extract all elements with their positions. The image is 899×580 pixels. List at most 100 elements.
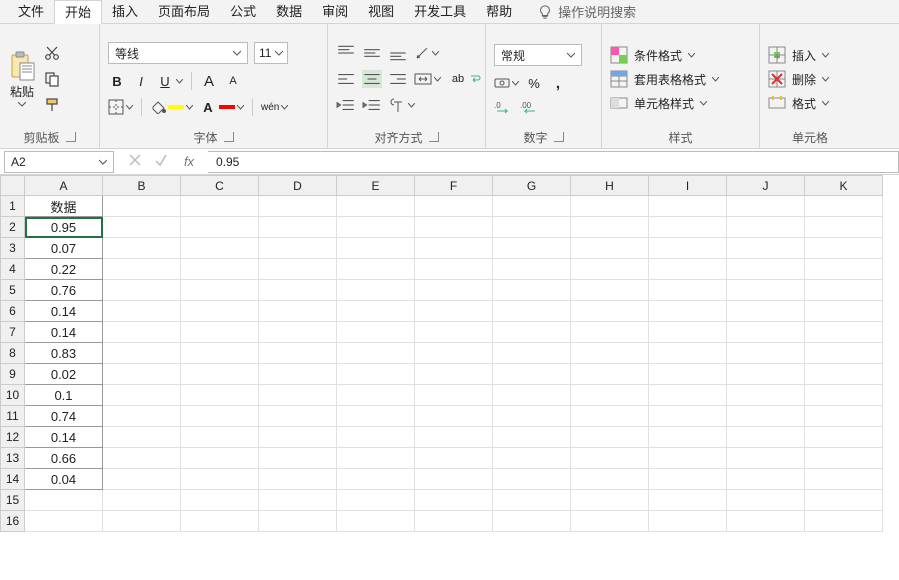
name-box[interactable]: A2 [4, 151, 114, 173]
cell-D1[interactable] [259, 196, 337, 217]
cell-D9[interactable] [259, 364, 337, 385]
row-header-2[interactable]: 2 [1, 217, 25, 238]
cell-H6[interactable] [571, 301, 649, 322]
cell-A12[interactable]: 0.14 [25, 427, 103, 448]
column-header-F[interactable]: F [415, 176, 493, 196]
format-cells-button[interactable]: 格式 [768, 94, 829, 112]
clipboard-launcher-icon[interactable] [66, 132, 76, 142]
tab-page-layout[interactable]: 页面布局 [148, 0, 220, 24]
worksheet-grid[interactable]: ABCDEFGHIJK1数据20.9530.0740.2250.7660.147… [0, 175, 899, 578]
cell-G5[interactable] [493, 280, 571, 301]
cell-K12[interactable] [805, 427, 883, 448]
cell-G12[interactable] [493, 427, 571, 448]
cell-H1[interactable] [571, 196, 649, 217]
cell-G4[interactable] [493, 259, 571, 280]
cell-A6[interactable]: 0.14 [25, 301, 103, 322]
cell-B9[interactable] [103, 364, 181, 385]
cell-A7[interactable]: 0.14 [25, 322, 103, 343]
column-header-G[interactable]: G [493, 176, 571, 196]
cell-I15[interactable] [649, 490, 727, 511]
cell-I3[interactable] [649, 238, 727, 259]
alignment-launcher-icon[interactable] [429, 132, 439, 142]
cell-H5[interactable] [571, 280, 649, 301]
cell-G8[interactable] [493, 343, 571, 364]
cell-D13[interactable] [259, 448, 337, 469]
cell-B3[interactable] [103, 238, 181, 259]
bold-button[interactable]: B [108, 72, 126, 90]
cell-A5[interactable]: 0.76 [25, 280, 103, 301]
cell-B1[interactable] [103, 196, 181, 217]
fill-color-button[interactable] [150, 100, 193, 114]
cell-H10[interactable] [571, 385, 649, 406]
row-header-11[interactable]: 11 [1, 406, 25, 427]
cell-B14[interactable] [103, 469, 181, 490]
cell-E1[interactable] [337, 196, 415, 217]
cell-I5[interactable] [649, 280, 727, 301]
cell-H11[interactable] [571, 406, 649, 427]
cell-H13[interactable] [571, 448, 649, 469]
row-header-9[interactable]: 9 [1, 364, 25, 385]
cell-I6[interactable] [649, 301, 727, 322]
align-top-button[interactable] [336, 44, 356, 62]
cell-K15[interactable] [805, 490, 883, 511]
cell-E13[interactable] [337, 448, 415, 469]
cell-F4[interactable] [415, 259, 493, 280]
tell-me-search[interactable]: 操作说明搜索 [538, 2, 636, 21]
cell-G14[interactable] [493, 469, 571, 490]
cell-C4[interactable] [181, 259, 259, 280]
cell-K4[interactable] [805, 259, 883, 280]
borders-button[interactable] [108, 99, 133, 115]
decrease-indent-button[interactable] [336, 96, 356, 114]
cell-C14[interactable] [181, 469, 259, 490]
select-all-corner[interactable] [1, 176, 25, 196]
cell-E4[interactable] [337, 259, 415, 280]
italic-button[interactable]: I [132, 72, 150, 90]
wrap-text-button[interactable]: ab [449, 70, 481, 88]
cell-B13[interactable] [103, 448, 181, 469]
cell-F16[interactable] [415, 511, 493, 532]
cell-C11[interactable] [181, 406, 259, 427]
cell-B16[interactable] [103, 511, 181, 532]
cell-B11[interactable] [103, 406, 181, 427]
cell-J12[interactable] [727, 427, 805, 448]
align-center-button[interactable] [362, 70, 382, 88]
align-middle-button[interactable] [362, 44, 382, 62]
cell-K16[interactable] [805, 511, 883, 532]
cell-G2[interactable] [493, 217, 571, 238]
column-header-B[interactable]: B [103, 176, 181, 196]
rtl-button[interactable] [388, 97, 415, 113]
row-header-4[interactable]: 4 [1, 259, 25, 280]
cell-F3[interactable] [415, 238, 493, 259]
cell-J8[interactable] [727, 343, 805, 364]
font-size-dropdown[interactable]: 11 [254, 42, 288, 64]
decrease-decimal-button[interactable]: .00 [520, 100, 542, 114]
cell-I8[interactable] [649, 343, 727, 364]
cell-J6[interactable] [727, 301, 805, 322]
cell-I14[interactable] [649, 469, 727, 490]
cell-C1[interactable] [181, 196, 259, 217]
cell-F11[interactable] [415, 406, 493, 427]
tab-home[interactable]: 开始 [54, 0, 102, 24]
cell-C2[interactable] [181, 217, 259, 238]
column-header-I[interactable]: I [649, 176, 727, 196]
cell-C5[interactable] [181, 280, 259, 301]
cell-I2[interactable] [649, 217, 727, 238]
cell-A9[interactable]: 0.02 [25, 364, 103, 385]
fx-button[interactable]: fx [180, 153, 198, 171]
cell-B5[interactable] [103, 280, 181, 301]
cell-A10[interactable]: 0.1 [25, 385, 103, 406]
cell-D5[interactable] [259, 280, 337, 301]
cell-B8[interactable] [103, 343, 181, 364]
cell-H16[interactable] [571, 511, 649, 532]
cell-I7[interactable] [649, 322, 727, 343]
cell-F13[interactable] [415, 448, 493, 469]
cell-A11[interactable]: 0.74 [25, 406, 103, 427]
cell-G7[interactable] [493, 322, 571, 343]
cell-E3[interactable] [337, 238, 415, 259]
cell-I1[interactable] [649, 196, 727, 217]
cell-A13[interactable]: 0.66 [25, 448, 103, 469]
cell-J5[interactable] [727, 280, 805, 301]
cell-C12[interactable] [181, 427, 259, 448]
formula-input[interactable]: 0.95 [208, 151, 899, 173]
cell-D14[interactable] [259, 469, 337, 490]
